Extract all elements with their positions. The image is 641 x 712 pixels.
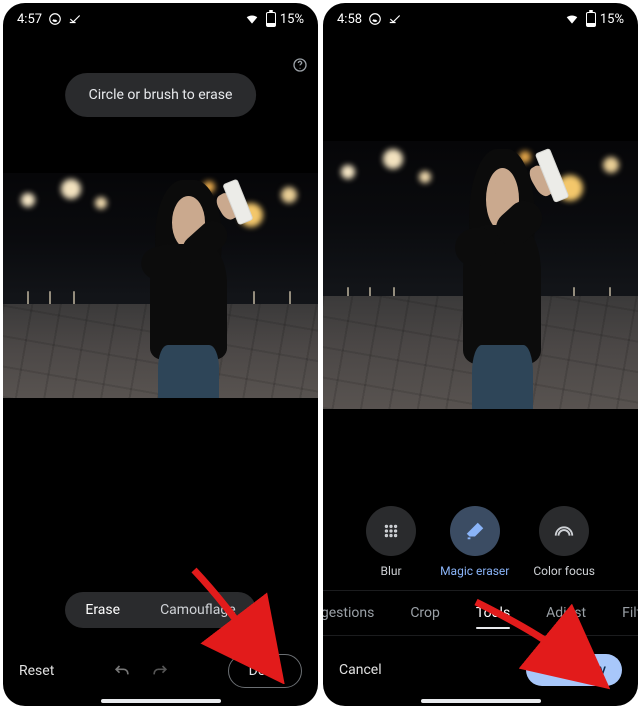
photo-canvas[interactable] [323, 141, 638, 409]
tab-adjust[interactable]: Adjust [538, 591, 594, 635]
reminder-notification-icon [388, 12, 402, 26]
status-bar: 4:58 15% [323, 3, 638, 33]
reminder-notification-icon [68, 12, 82, 26]
battery-percent: 15% [600, 12, 624, 27]
status-right: 15% [244, 12, 304, 27]
done-button[interactable]: Done [228, 654, 302, 688]
footer-bar: Cancel Save copy [323, 654, 638, 686]
gesture-bar [101, 699, 221, 703]
bottom-bar: Reset Done [3, 654, 318, 688]
magic-eraser-icon [464, 520, 486, 542]
phone-editor-tools-screen: 4:58 15% [323, 3, 638, 706]
blur-icon [380, 520, 402, 542]
color-focus-icon [552, 520, 576, 542]
instruction-tooltip: Circle or brush to erase [65, 73, 257, 117]
gesture-bar [421, 699, 541, 703]
mode-erase[interactable]: Erase [65, 592, 140, 628]
editor-tabs: ggestions Crop Tools Adjust Filters [323, 590, 638, 636]
battery-icon [584, 12, 596, 27]
wifi-icon [564, 12, 580, 26]
phone-magic-eraser-screen: 4:57 15% Circle or brush to [3, 3, 318, 706]
wifi-icon [244, 12, 260, 26]
tool-label: Magic eraser [440, 564, 509, 578]
battery-percent: 15% [280, 12, 304, 27]
tab-tools[interactable]: Tools [468, 591, 518, 635]
tool-color-focus[interactable]: Color focus [533, 506, 595, 578]
reset-button[interactable]: Reset [19, 663, 54, 679]
status-right: 15% [564, 12, 624, 27]
tool-magic-eraser[interactable]: Magic eraser [440, 506, 509, 578]
redo-icon[interactable] [150, 661, 170, 681]
tool-buttons: Blur Magic eraser Color focus [323, 506, 638, 578]
tab-filters[interactable]: Filters [614, 591, 638, 635]
undo-redo-group [112, 661, 170, 681]
battery-icon [264, 12, 276, 27]
help-icon[interactable] [292, 57, 308, 73]
photo-canvas[interactable] [3, 173, 318, 398]
whatsapp-notification-icon [368, 12, 382, 26]
status-time: 4:58 [337, 12, 362, 27]
mode-camouflage[interactable]: Camouflage [140, 592, 256, 628]
tool-label: Color focus [533, 564, 595, 578]
cancel-button[interactable]: Cancel [339, 662, 382, 678]
tab-suggestions[interactable]: ggestions [323, 591, 382, 635]
photo-subject [116, 173, 255, 398]
status-left: 4:57 [17, 12, 82, 27]
tool-label: Blur [381, 564, 402, 578]
save-copy-button[interactable]: Save copy [526, 654, 622, 686]
tab-crop[interactable]: Crop [402, 591, 448, 635]
screenshot-pair: 4:57 15% Circle or brush to [0, 0, 641, 712]
whatsapp-notification-icon [48, 12, 62, 26]
mode-selector: Erase Camouflage [3, 592, 318, 628]
tool-blur[interactable]: Blur [366, 506, 416, 578]
status-left: 4:58 [337, 12, 402, 27]
undo-icon[interactable] [112, 661, 132, 681]
status-bar: 4:57 15% [3, 3, 318, 33]
status-time: 4:57 [17, 12, 42, 27]
photo-subject [430, 141, 569, 409]
